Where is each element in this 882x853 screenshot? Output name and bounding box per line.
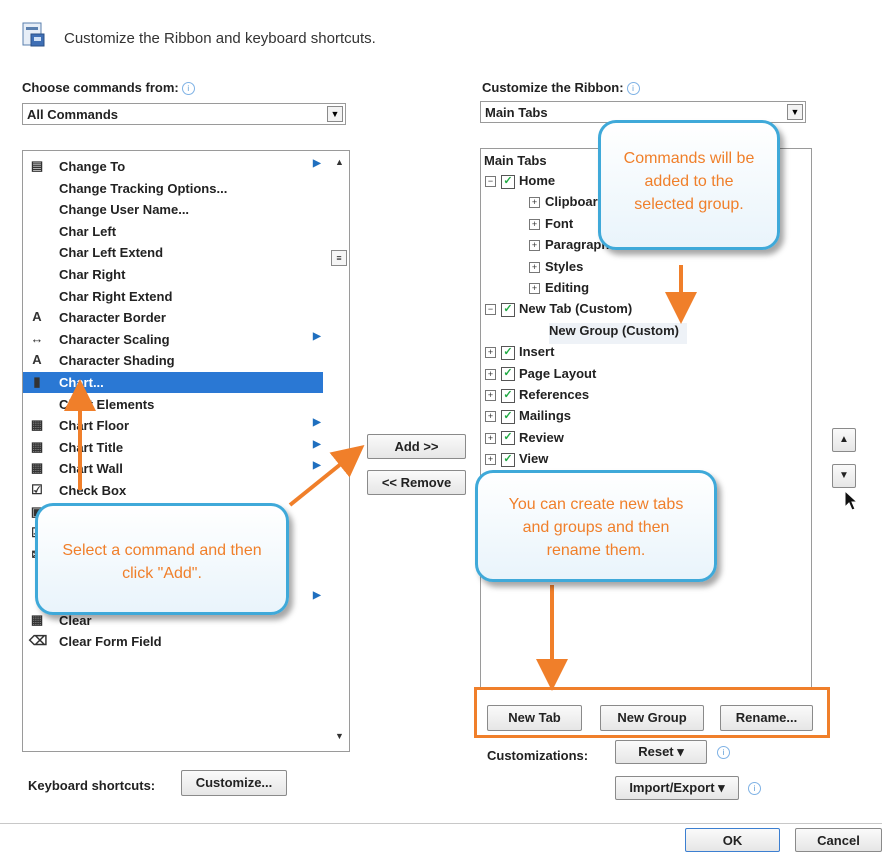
arrow-to-add <box>288 444 365 507</box>
callout-select-command: Select a command and then click "Add". <box>35 503 289 615</box>
callout-commands-added: Commands will be added to the selected g… <box>598 120 780 250</box>
callout-create-new: You can create new tabs and groups and t… <box>475 470 717 582</box>
